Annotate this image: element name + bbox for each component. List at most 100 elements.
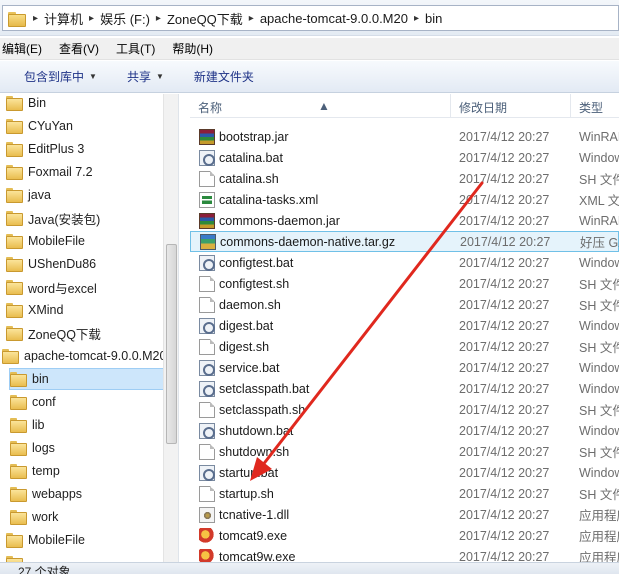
file-type: SH 文件 (579, 404, 619, 418)
file-row[interactable]: service.bat 2017/4/12 20:27 Window (190, 357, 619, 378)
column-header-row: ▲ 名称 修改日期 类型 (190, 94, 619, 118)
chevron-right-icon[interactable]: ▸ (89, 13, 94, 24)
sidebar-item[interactable]: Bin (6, 94, 46, 114)
sidebar-item[interactable]: temp (10, 460, 60, 482)
sidebar-item[interactable]: ZoneQQ下载 (6, 322, 101, 344)
file-type: SH 文件 (579, 341, 619, 355)
file-type: 应用程序 (579, 530, 619, 544)
folder-icon (10, 372, 27, 387)
include-in-library-label: 包含到库中 (24, 70, 85, 84)
include-in-library-button[interactable]: 包含到库中 ▼ (24, 68, 97, 85)
sidebar-item[interactable]: lib (10, 414, 45, 436)
dropdown-arrow-icon: ▼ (89, 72, 97, 81)
file-row[interactable]: catalina.sh 2017/4/12 20:27 SH 文件 (190, 168, 619, 189)
file-row[interactable]: catalina-tasks.xml 2017/4/12 20:27 XML 文 (190, 189, 619, 210)
breadcrumb-drive[interactable]: 娱乐 (F:) (100, 9, 150, 28)
file-row[interactable]: shutdown.bat 2017/4/12 20:27 Window (190, 420, 619, 441)
menu-tools[interactable]: 工具(T) (116, 40, 155, 57)
sidebar-item[interactable]: webapps (10, 483, 82, 505)
file-name: startup.bat (219, 465, 279, 480)
column-divider[interactable] (450, 94, 451, 118)
new-folder-button[interactable]: 新建文件夹 (194, 68, 254, 85)
sidebar-item[interactable]: MobileFile (6, 529, 85, 551)
breadcrumb-bin[interactable]: bin (425, 11, 442, 26)
sidebar-item[interactable]: Java(安装包) (6, 207, 100, 229)
menu-bar: 编辑(E) 查看(V) 工具(T) 帮助(H) (0, 38, 619, 60)
file-row[interactable]: commons-daemon.jar 2017/4/12 20:27 WinRAR (190, 210, 619, 231)
file-row[interactable]: catalina.bat 2017/4/12 20:27 Window (190, 147, 619, 168)
chevron-right-icon[interactable]: ▸ (33, 13, 38, 24)
sidebar-item[interactable]: ... (6, 552, 38, 562)
file-date: 2017/4/12 20:27 (459, 297, 550, 312)
file-row[interactable]: tcnative-1.dll 2017/4/12 20:27 应用程序 (190, 504, 619, 525)
sidebar-item[interactable]: work (10, 506, 58, 528)
sidebar-item[interactable]: word与excel (6, 276, 97, 298)
file-row[interactable]: tomcat9w.exe 2017/4/12 20:27 应用程序 (190, 546, 619, 562)
pane-divider[interactable] (178, 94, 190, 562)
address-bar[interactable]: ▸ 计算机 ▸ 娱乐 (F:) ▸ ZoneQQ下载 ▸ apache-tomc… (2, 5, 619, 31)
file-row[interactable]: configtest.sh 2017/4/12 20:27 SH 文件 (190, 273, 619, 294)
file-date: 2017/4/12 20:27 (459, 549, 550, 563)
file-date: 2017/4/12 20:27 (459, 528, 550, 543)
sidebar-item[interactable]: bin (9, 368, 169, 390)
file-row[interactable]: startup.sh 2017/4/12 20:27 SH 文件 (190, 483, 619, 504)
breadcrumb: ▸ 计算机 ▸ 娱乐 (F:) ▸ ZoneQQ下载 ▸ apache-tomc… (27, 6, 442, 30)
file-row[interactable]: daemon.sh 2017/4/12 20:27 SH 文件 (190, 294, 619, 315)
menu-view[interactable]: 查看(V) (59, 40, 99, 57)
file-row[interactable]: commons-daemon-native.tar.gz 2017/4/12 20… (190, 231, 619, 252)
sidebar-item-label: MobileFile (28, 533, 85, 547)
folder-icon (10, 418, 27, 433)
file-row[interactable]: configtest.bat 2017/4/12 20:27 Window (190, 252, 619, 273)
file-type: SH 文件 (579, 488, 619, 502)
sidebar-item[interactable]: UShenDu86 (6, 253, 96, 275)
file-row[interactable]: bootstrap.jar 2017/4/12 20:27 WinRAR (190, 126, 619, 147)
sidebar-item[interactable]: XMind (6, 299, 63, 321)
file-row[interactable]: digest.bat 2017/4/12 20:27 Window (190, 315, 619, 336)
file-name: digest.bat (219, 318, 274, 333)
xml-icon (199, 191, 215, 208)
file-row[interactable]: tomcat9.exe 2017/4/12 20:27 应用程序 (190, 525, 619, 546)
menu-help[interactable]: 帮助(H) (172, 40, 213, 57)
file-list[interactable]: ▲ 名称 修改日期 类型 bootstrap.jar 2017/4/12 20:2… (190, 94, 619, 562)
sidebar-item[interactable]: CYuYan (6, 115, 73, 137)
file-name: catalina.sh (219, 171, 279, 186)
file-row[interactable]: digest.sh 2017/4/12 20:27 SH 文件 (190, 336, 619, 357)
column-header-name[interactable]: 名称 (198, 99, 222, 116)
folder-icon (2, 349, 19, 364)
file-date: 2017/4/12 20:27 (459, 465, 550, 480)
nav-scrollbar-thumb[interactable] (166, 244, 177, 444)
file-type: SH 文件 (579, 446, 619, 460)
sidebar-item[interactable]: MobileFile (6, 230, 85, 252)
sidebar-item[interactable]: EditPlus 3 (6, 138, 84, 160)
sidebar-item-label: Bin (28, 96, 47, 110)
breadcrumb-computer[interactable]: 计算机 (44, 9, 83, 28)
breadcrumb-zoneqq[interactable]: ZoneQQ下载 (167, 9, 243, 28)
menu-edit[interactable]: 编辑(E) (2, 40, 42, 57)
sidebar-item[interactable]: conf (10, 391, 56, 413)
file-row[interactable]: startup.bat 2017/4/12 20:27 Window (190, 462, 619, 483)
sidebar-item-label: logs (32, 441, 55, 455)
chevron-right-icon[interactable]: ▸ (249, 13, 254, 24)
file-row[interactable]: shutdown.sh 2017/4/12 20:27 SH 文件 (190, 441, 619, 462)
folder-icon (6, 257, 23, 272)
command-bar: 包含到库中 ▼ 共享 ▼ 新建文件夹 (0, 61, 619, 93)
folder-icon (6, 165, 23, 180)
share-button[interactable]: 共享 ▼ (127, 68, 164, 85)
column-divider[interactable] (570, 94, 571, 118)
column-header-type[interactable]: 类型 (579, 99, 603, 116)
sidebar-item[interactable]: apache-tomcat-9.0.0.M20 (2, 345, 166, 367)
sidebar-item[interactable]: java (6, 184, 51, 206)
file-type: Window (579, 423, 619, 438)
nav-scrollbar[interactable] (163, 94, 178, 562)
file-row[interactable]: setclasspath.bat 2017/4/12 20:27 Window (190, 378, 619, 399)
chevron-right-icon[interactable]: ▸ (156, 13, 161, 24)
file-date: 2017/4/12 20:27 (459, 339, 550, 354)
column-header-date[interactable]: 修改日期 (459, 99, 507, 116)
navigation-pane[interactable]: Bin CYuYan EditPlus 3 Foxmail 7.2 java Java(安… (0, 94, 178, 562)
chevron-right-icon[interactable]: ▸ (414, 13, 419, 24)
file-row[interactable]: setclasspath.sh 2017/4/12 20:27 SH 文件 (190, 399, 619, 420)
sidebar-item[interactable]: logs (10, 437, 55, 459)
file-type: XML 文 (579, 194, 619, 208)
sidebar-item[interactable]: Foxmail 7.2 (6, 161, 93, 183)
breadcrumb-tomcat[interactable]: apache-tomcat-9.0.0.M20 (260, 11, 408, 26)
